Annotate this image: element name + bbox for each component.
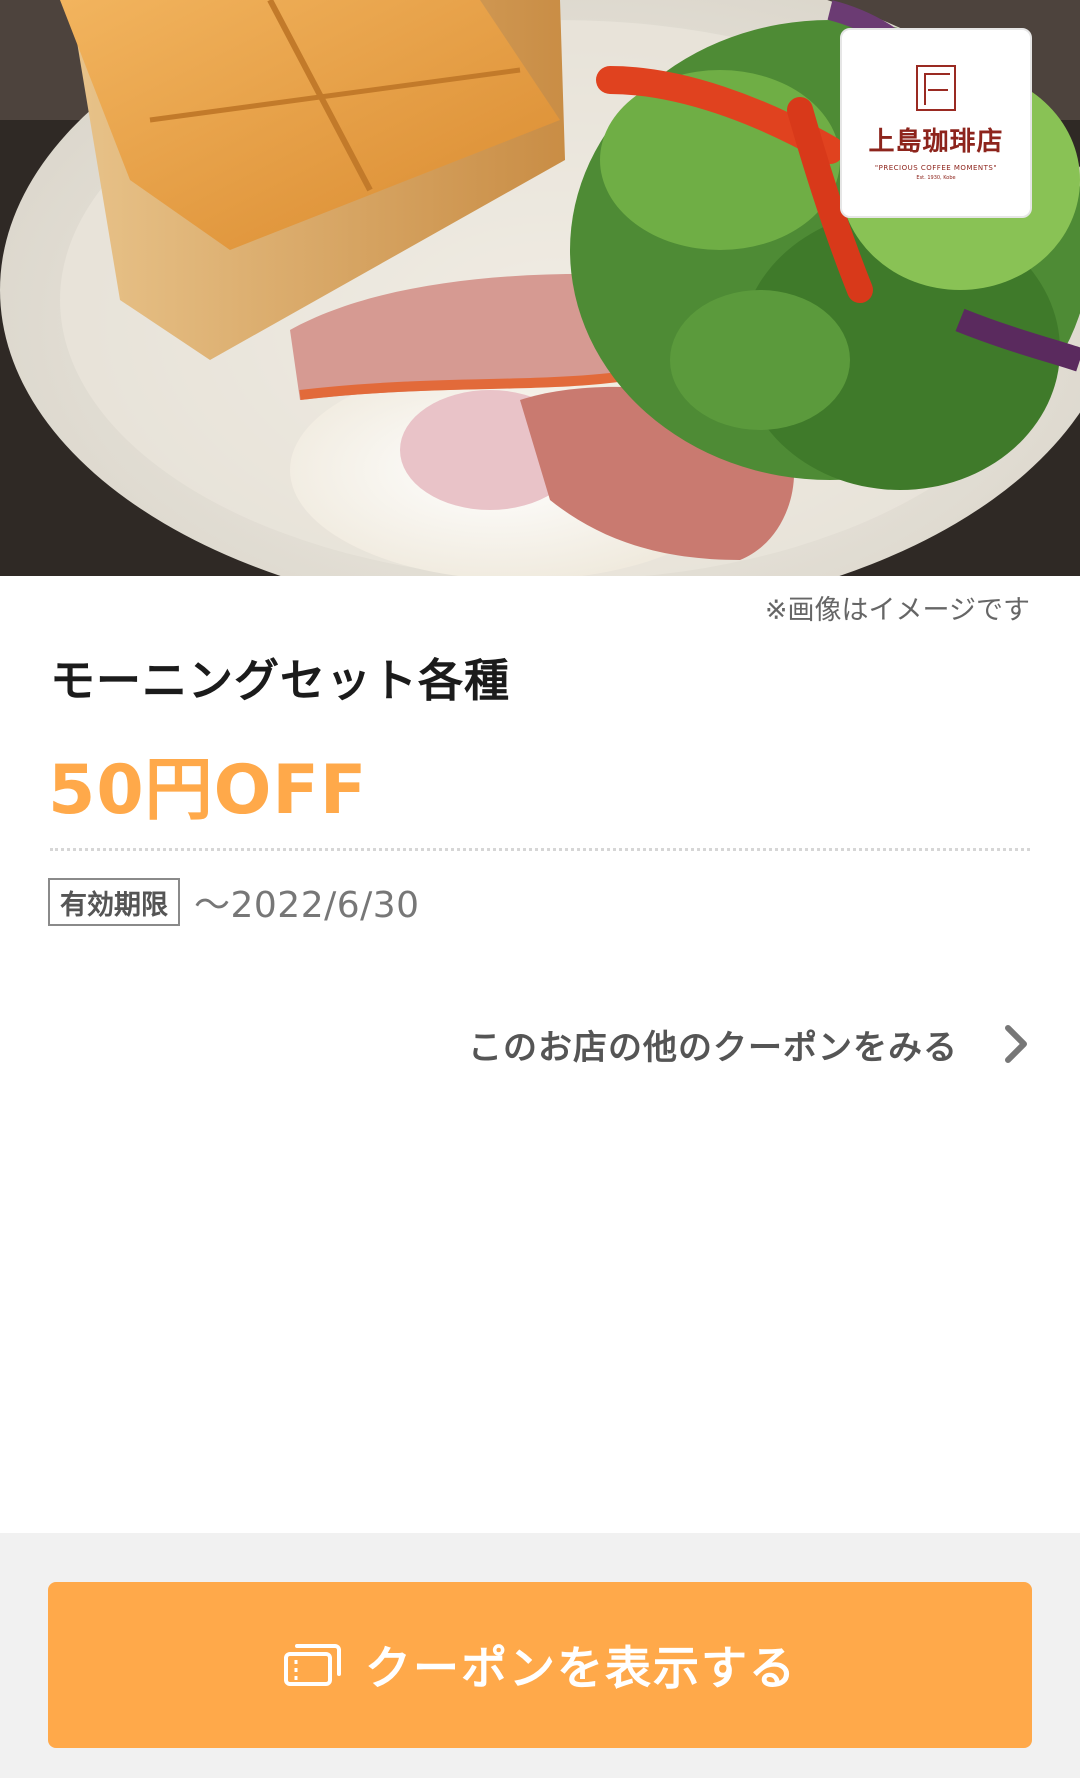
show-coupon-button[interactable]: クーポンを表示する [48, 1582, 1032, 1748]
image-disclaimer: ※画像はイメージです [764, 595, 1030, 626]
coupon-icon [284, 1644, 341, 1686]
chevron-right-icon [1005, 1025, 1027, 1063]
validity-row: 有効期限 〜2022/6/30 [48, 878, 420, 926]
other-coupons-label: このお店の他のクーポンをみる [468, 1027, 958, 1068]
validity-date: 〜2022/6/30 [194, 885, 420, 926]
validity-label: 有効期限 [48, 878, 180, 926]
brand-name: 上島珈琲店 [868, 127, 1004, 157]
dotted-divider [50, 848, 1030, 851]
brand-mark-icon [916, 65, 956, 111]
other-coupons-link[interactable]: このお店の他のクーポンをみる [430, 1016, 1030, 1072]
brand-tagline: "PRECIOUS COFFEE MOMENTS" [874, 164, 998, 172]
show-coupon-label: クーポンを表示する [365, 1641, 797, 1695]
store-logo: 上島珈琲店 "PRECIOUS COFFEE MOMENTS" Est. 193… [840, 28, 1032, 218]
discount-amount: 50円OFF [48, 751, 368, 830]
hero-image: 上島珈琲店 "PRECIOUS COFFEE MOMENTS" Est. 193… [0, 0, 1080, 576]
brand-established: Est. 1930, Kobe [916, 175, 956, 181]
coupon-title: モーニングセット各種 [50, 654, 511, 707]
